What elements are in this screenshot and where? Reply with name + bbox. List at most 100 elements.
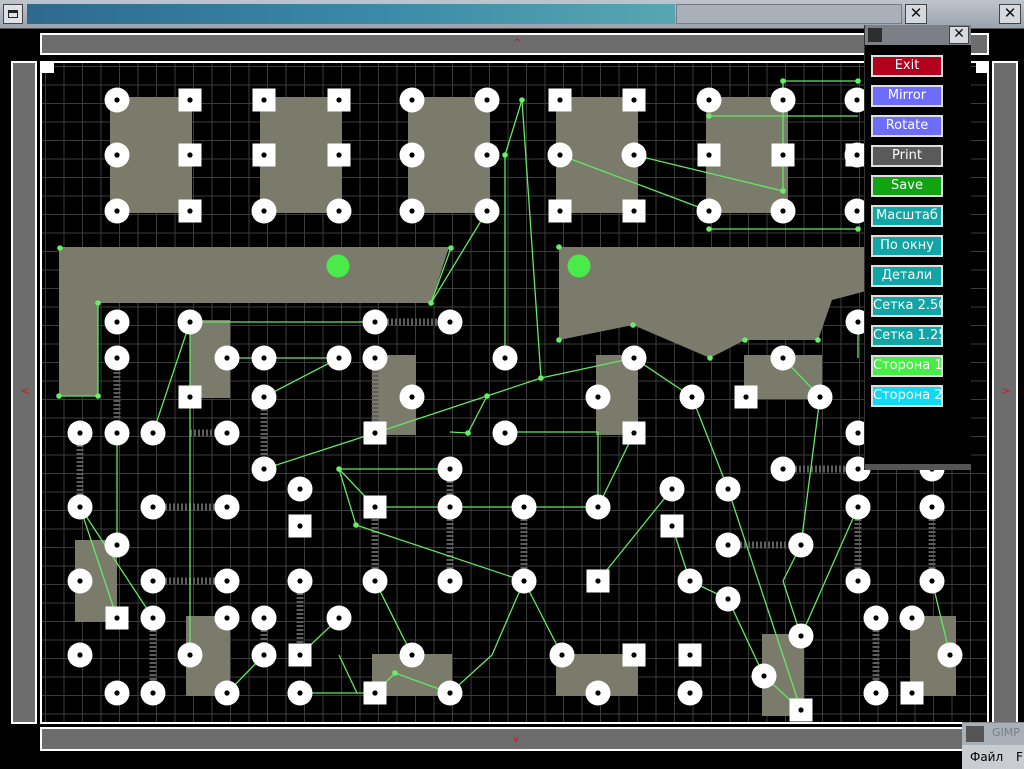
pad-hole <box>114 208 120 214</box>
window-menu-icon[interactable] <box>3 4 23 24</box>
pad-hole <box>114 615 120 621</box>
pad-hole <box>854 208 860 214</box>
pin1-marker <box>326 254 350 278</box>
pad-hole <box>557 97 563 103</box>
via <box>815 337 821 343</box>
pad-hole <box>855 466 861 472</box>
via <box>707 355 713 361</box>
panel-resize-handle[interactable] <box>865 464 971 470</box>
pad-hole <box>854 152 860 158</box>
scroll-right-arrow-icon: > <box>1002 386 1011 397</box>
via <box>484 393 490 399</box>
pad-hole <box>150 430 156 436</box>
close-icon[interactable]: ✕ <box>949 26 969 44</box>
pad-hole <box>761 673 767 679</box>
pad-hole <box>187 97 193 103</box>
copper-trace <box>263 357 340 398</box>
menu-more[interactable]: F <box>1016 750 1023 764</box>
menu-file[interactable]: Файл <box>970 750 1003 764</box>
pad-hole <box>631 430 637 436</box>
panel-button-сетка-1-25[interactable]: Сетка 1.25 <box>871 325 943 347</box>
panel-button-print[interactable]: Print <box>871 145 943 167</box>
gimp-window-corner: GIMP Файл F <box>962 722 1024 769</box>
panel-button-сетка-2-50[interactable]: Сетка 2.50 <box>871 295 943 317</box>
pad-hole <box>336 615 342 621</box>
pad-hole <box>187 208 193 214</box>
pad-hole <box>484 208 490 214</box>
pad-hole <box>261 652 267 658</box>
via <box>780 78 786 84</box>
pad-hole <box>150 615 156 621</box>
pad-hole <box>372 690 378 696</box>
scroll-left-bar[interactable]: < <box>11 61 37 724</box>
close-icon[interactable]: ✕ <box>905 4 927 24</box>
pad-hole <box>261 152 267 158</box>
scroll-right-bar[interactable]: > <box>992 61 1018 724</box>
pin1-marker <box>567 254 591 278</box>
pad-hole <box>595 504 601 510</box>
pad-hole <box>224 615 230 621</box>
pad-hole <box>114 152 120 158</box>
panel-button-rotate[interactable]: Rotate <box>871 115 943 137</box>
copper-trace <box>800 506 859 637</box>
pad-hole <box>687 652 693 658</box>
scroll-up-bar[interactable]: ^ <box>40 33 989 55</box>
panel-button-по-окну[interactable]: По окну <box>871 235 943 257</box>
pad-hole <box>725 542 731 548</box>
pad-hole <box>409 652 415 658</box>
gimp-title: GIMP <box>992 726 1020 739</box>
via <box>95 300 101 306</box>
pad-hole <box>114 355 120 361</box>
pad-hole <box>855 504 861 510</box>
pad-hole <box>743 394 749 400</box>
pad-hole <box>706 97 712 103</box>
panel-button-масштаб[interactable]: Масштаб <box>871 205 943 227</box>
taskbar-item[interactable] <box>676 4 902 24</box>
pad-hole <box>780 152 786 158</box>
pad-hole <box>521 578 527 584</box>
pad-hole <box>372 504 378 510</box>
panel-button-сторона-2[interactable]: Сторона 2 <box>871 385 943 407</box>
panel-button-mirror[interactable]: Mirror <box>871 85 943 107</box>
panel-button-save[interactable]: Save <box>871 175 943 197</box>
pad-hole <box>447 319 453 325</box>
via <box>538 375 544 381</box>
panel-button-детали[interactable]: Детали <box>871 265 943 287</box>
via <box>630 322 636 328</box>
via <box>706 226 712 232</box>
pad-hole <box>150 578 156 584</box>
pad-hole <box>706 152 712 158</box>
via <box>855 78 861 84</box>
pad-hole <box>297 690 303 696</box>
pad-hole <box>706 208 712 214</box>
scroll-left-arrow-icon: < <box>21 386 30 397</box>
via <box>742 337 748 343</box>
pad-hole <box>77 430 83 436</box>
pad-hole <box>297 652 303 658</box>
panel-grip-icon <box>868 28 882 42</box>
pad-hole <box>595 690 601 696</box>
pad-hole <box>114 690 120 696</box>
via <box>556 337 562 343</box>
pad-hole <box>725 596 731 602</box>
pcb-canvas[interactable] <box>40 61 989 724</box>
pad-hole <box>447 690 453 696</box>
via <box>448 245 454 251</box>
panel-button-exit[interactable]: Exit <box>871 55 943 77</box>
pad-hole <box>261 394 267 400</box>
pad-hole <box>409 152 415 158</box>
gimp-titlebar[interactable]: GIMP <box>962 723 1024 745</box>
pad-hole <box>187 152 193 158</box>
panel-button-сторона-1[interactable]: Сторона 1 <box>871 355 943 377</box>
pad-hole <box>687 690 693 696</box>
pad-hole <box>557 152 563 158</box>
gimp-icon <box>966 726 984 742</box>
pad-hole <box>297 578 303 584</box>
scroll-down-bar[interactable]: v <box>40 727 989 751</box>
via <box>353 522 359 528</box>
copper-trace <box>152 321 191 434</box>
close-icon[interactable]: ✕ <box>999 4 1021 24</box>
via <box>95 393 101 399</box>
pad-hole <box>817 394 823 400</box>
pad-hole <box>261 97 267 103</box>
